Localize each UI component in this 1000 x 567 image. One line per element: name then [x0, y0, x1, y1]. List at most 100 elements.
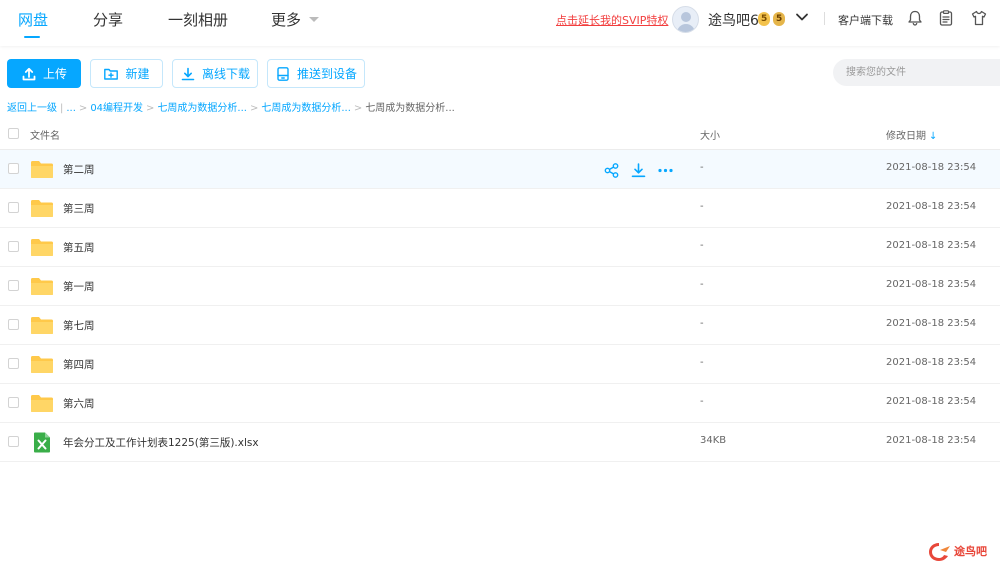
svip-level-badge: 5: [773, 12, 786, 26]
avatar[interactable]: [672, 6, 699, 33]
column-header-date-label: 修改日期: [886, 131, 926, 142]
folder-icon: [31, 278, 53, 295]
file-size: -: [700, 240, 704, 251]
excel-file-icon: [34, 432, 50, 453]
breadcrumb-item[interactable]: 04编程开发: [90, 103, 143, 114]
breadcrumb-ellipsis[interactable]: ...: [66, 103, 76, 114]
tab-album[interactable]: 一刻相册: [168, 9, 228, 30]
push-to-device-button[interactable]: 推送到设备: [267, 59, 365, 88]
file-name[interactable]: 第七周: [63, 318, 95, 333]
push-to-device-label: 推送到设备: [296, 67, 357, 81]
folder-icon: [31, 395, 53, 412]
breadcrumb-current: 七周成为数据分析...: [365, 103, 455, 114]
file-size: 34KB: [700, 435, 727, 446]
breadcrumb-separator: |: [60, 103, 64, 114]
download-icon: [181, 67, 195, 80]
username[interactable]: 途鸟吧6: [708, 10, 759, 30]
sort-down-icon[interactable]: ↓: [929, 131, 937, 142]
row-checkbox[interactable]: [8, 280, 19, 291]
svip-renew-link[interactable]: 点击延长我的SVIP特权: [556, 12, 668, 28]
search-input[interactable]: [833, 59, 1000, 86]
upload-label: 上传: [42, 67, 67, 81]
folder-icon: [31, 239, 53, 256]
folder-icon: [31, 356, 53, 373]
row-checkbox[interactable]: [8, 202, 19, 213]
nav-divider: [824, 12, 825, 25]
file-name[interactable]: 年会分工及工作计划表1225(第三版).xlsx: [63, 435, 259, 450]
new-folder-icon: [104, 68, 119, 80]
breadcrumb-separator: >: [249, 103, 259, 114]
share-icon[interactable]: [603, 162, 620, 179]
file-date: 2021-08-18 23:54: [886, 162, 977, 173]
file-date: 2021-08-18 23:54: [886, 435, 977, 446]
watermark-text: 途鸟吧: [954, 545, 987, 558]
new-label: 新建: [125, 67, 150, 81]
breadcrumb-item[interactable]: 七周成为数据分析...: [261, 103, 351, 114]
more-options-icon[interactable]: [657, 162, 674, 179]
breadcrumb: 返回上一级 |... >04编程开发 > 七周成为数据分析... > 七周成为数据分析...…: [7, 99, 455, 114]
client-download-link[interactable]: 客户端下载: [838, 12, 893, 28]
tab-share[interactable]: 分享: [93, 9, 123, 30]
table-row[interactable]: 第五周 - 2021-08-18 23:54: [0, 228, 1000, 267]
file-name[interactable]: 第二周: [63, 162, 95, 177]
offline-download-label: 离线下载: [201, 67, 250, 81]
row-checkbox[interactable]: [8, 397, 19, 408]
row-checkbox[interactable]: [8, 436, 19, 447]
breadcrumb-item[interactable]: 七周成为数据分析...: [157, 103, 247, 114]
file-name[interactable]: 第五周: [63, 240, 95, 255]
table-row[interactable]: 第七周 - 2021-08-18 23:54: [0, 306, 1000, 345]
file-name[interactable]: 第四周: [63, 357, 95, 372]
file-name[interactable]: 第六周: [63, 396, 95, 411]
file-date: 2021-08-18 23:54: [886, 357, 977, 368]
device-icon: [277, 66, 289, 81]
row-checkbox[interactable]: [8, 358, 19, 369]
vip-level-badge: 5: [758, 12, 771, 26]
watermark-logo: 途鸟吧: [926, 540, 998, 564]
new-folder-button[interactable]: 新建: [90, 59, 163, 88]
file-name[interactable]: 第一周: [63, 279, 95, 294]
row-checkbox[interactable]: [8, 163, 19, 174]
breadcrumb-separator: >: [353, 103, 363, 114]
more-caret-icon[interactable]: [309, 17, 319, 22]
row-checkbox[interactable]: [8, 319, 19, 330]
clipboard-icon[interactable]: [937, 9, 955, 27]
column-header-date[interactable]: 修改日期 ↓: [886, 127, 937, 142]
file-size: -: [700, 279, 704, 290]
row-checkbox[interactable]: [8, 241, 19, 252]
table-row[interactable]: 第六周 - 2021-08-18 23:54: [0, 384, 1000, 423]
folder-icon: [31, 161, 53, 178]
upload-icon: [22, 67, 36, 80]
file-size: -: [700, 201, 704, 212]
folder-icon: [31, 317, 53, 334]
table-row[interactable]: 第四周 - 2021-08-18 23:54: [0, 345, 1000, 384]
breadcrumb-separator: >: [78, 103, 88, 114]
table-row[interactable]: 第三周 - 2021-08-18 23:54: [0, 189, 1000, 228]
breadcrumb-back[interactable]: 返回上一级: [7, 103, 57, 114]
file-date: 2021-08-18 23:54: [886, 201, 977, 212]
table-row[interactable]: 第一周 - 2021-08-18 23:54: [0, 267, 1000, 306]
file-date: 2021-08-18 23:54: [886, 279, 977, 290]
chevron-down-icon[interactable]: [794, 9, 810, 25]
select-all-checkbox[interactable]: [8, 128, 19, 139]
file-name[interactable]: 第三周: [63, 201, 95, 216]
file-size: -: [700, 318, 704, 329]
upload-button[interactable]: 上传: [7, 59, 81, 88]
folder-icon: [31, 200, 53, 217]
table-row[interactable]: 第二周 - 2021-08-18 23:54: [0, 150, 1000, 189]
file-size: -: [700, 396, 704, 407]
column-header-name[interactable]: 文件名: [30, 127, 60, 142]
bell-icon[interactable]: [906, 9, 924, 27]
watermark-bird-icon: [929, 543, 950, 561]
tab-netdisk[interactable]: 网盘: [18, 9, 48, 30]
download-icon[interactable]: [630, 162, 647, 179]
file-date: 2021-08-18 23:54: [886, 240, 977, 251]
file-size: -: [700, 357, 704, 368]
active-tab-indicator: [24, 36, 40, 38]
column-header-size[interactable]: 大小: [700, 127, 720, 142]
table-row[interactable]: 年会分工及工作计划表1225(第三版).xlsx 34KB 2021-08-18…: [0, 423, 1000, 462]
tshirt-icon[interactable]: [970, 9, 988, 27]
tab-more[interactable]: 更多: [271, 9, 301, 30]
file-size: -: [700, 162, 704, 173]
top-nav-bar: 网盘 分享 一刻相册 更多 点击延长我的SVIP特权 途鸟吧6 5 5 客户端下…: [0, 0, 1000, 46]
offline-download-button[interactable]: 离线下载: [172, 59, 258, 88]
